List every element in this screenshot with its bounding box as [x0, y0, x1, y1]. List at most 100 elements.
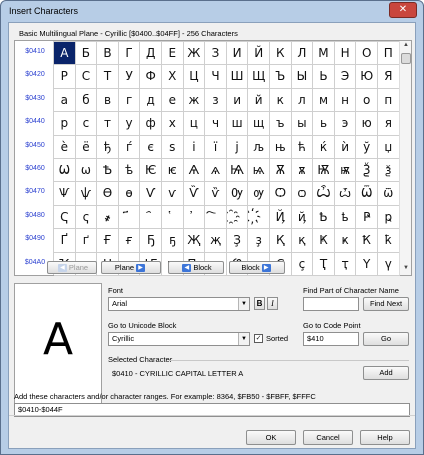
character-cell[interactable]: х — [162, 112, 184, 136]
chevron-down-icon[interactable]: ▼ — [238, 333, 249, 345]
character-cell[interactable]: ѫ — [291, 159, 314, 183]
character-cell[interactable]: Ж — [183, 42, 206, 66]
character-cell[interactable]: с — [75, 112, 98, 136]
character-cell[interactable]: ћ — [291, 135, 314, 159]
character-cell[interactable]: Б — [75, 42, 98, 66]
character-cell[interactable]: Ѯ — [356, 159, 378, 183]
character-cell[interactable]: Ѡ — [54, 159, 76, 183]
chevron-down-icon[interactable]: ▼ — [238, 298, 249, 310]
character-cell[interactable]: ѧ — [205, 159, 227, 183]
character-cell[interactable]: Ҍ — [313, 205, 335, 230]
prev-block-button[interactable]: ◀ Block — [168, 261, 224, 274]
character-cell[interactable]: і — [183, 135, 206, 159]
character-cell[interactable]: У — [118, 65, 141, 89]
character-cell[interactable]: ҋ — [291, 205, 314, 230]
character-cell[interactable]: ҈ — [226, 205, 249, 230]
character-cell[interactable]: И — [226, 42, 249, 66]
scroll-thumb[interactable] — [401, 53, 411, 64]
find-next-button[interactable]: Find Next — [363, 297, 409, 311]
character-cell[interactable]: ё — [75, 135, 98, 159]
character-cell[interactable]: Г — [118, 42, 141, 66]
ok-button[interactable]: OK — [246, 430, 296, 445]
character-cell[interactable]: қ — [291, 229, 314, 253]
character-cell[interactable]: ѥ — [162, 159, 184, 183]
close-button[interactable]: ✕ — [389, 2, 417, 18]
character-cell[interactable]: К — [270, 42, 292, 66]
character-cell[interactable]: Ц — [183, 65, 206, 89]
character-cell[interactable]: Ѹ — [226, 182, 249, 206]
character-cell[interactable]: Э — [334, 65, 357, 89]
character-cell[interactable]: Ѽ — [313, 182, 335, 206]
character-cell[interactable]: Ѥ — [140, 159, 162, 183]
character-cell[interactable]: ҫ — [291, 252, 314, 276]
character-cell[interactable]: ь — [313, 112, 335, 136]
character-cell[interactable]: е — [162, 88, 184, 113]
character-cell[interactable]: Ь — [313, 65, 335, 89]
character-cell[interactable]: Ґ — [54, 229, 76, 253]
character-cell[interactable]: ҏ — [378, 205, 400, 230]
go-button[interactable]: Go — [363, 332, 409, 346]
character-cell[interactable]: ҃ — [118, 205, 141, 230]
character-cell[interactable]: Щ — [248, 65, 270, 89]
character-cell[interactable]: ѿ — [378, 182, 400, 206]
character-cell[interactable]: о — [356, 88, 378, 113]
character-cell[interactable]: ҂ — [97, 205, 119, 230]
help-button[interactable]: Help — [360, 430, 410, 445]
character-cell[interactable]: Ҭ — [313, 252, 335, 276]
sorted-checkbox[interactable]: ✓ — [254, 334, 263, 343]
character-cell[interactable]: ъ — [270, 112, 292, 136]
character-cell[interactable]: ҟ — [378, 229, 400, 253]
character-cell[interactable]: ѭ — [334, 159, 357, 183]
character-cell[interactable]: н — [334, 88, 357, 113]
character-cell[interactable]: Ҏ — [356, 205, 378, 230]
character-cell[interactable]: њ — [270, 135, 292, 159]
character-cell[interactable]: ј — [226, 135, 249, 159]
character-cell[interactable]: ѝ — [334, 135, 357, 159]
character-cell[interactable]: ѱ — [75, 182, 98, 206]
character-cell[interactable]: Ы — [291, 65, 314, 89]
character-cell[interactable]: Ѧ — [183, 159, 206, 183]
find-name-input[interactable] — [303, 297, 359, 311]
character-cell[interactable]: ѓ — [118, 135, 141, 159]
character-cell[interactable]: Ш — [226, 65, 249, 89]
character-cell[interactable]: м — [313, 88, 335, 113]
title-bar[interactable]: Insert Characters ✕ — [1, 1, 423, 23]
character-cell[interactable]: ѯ — [378, 159, 400, 183]
character-cell[interactable]: Ѫ — [270, 159, 292, 183]
character-cell[interactable]: Ғ — [97, 229, 119, 253]
character-cell[interactable]: Й — [248, 42, 270, 66]
character-cell[interactable]: ѹ — [248, 182, 270, 206]
character-cell[interactable]: љ — [248, 135, 270, 159]
character-cell[interactable]: ї — [205, 135, 227, 159]
character-cell[interactable]: Ҟ — [356, 229, 378, 253]
character-cell[interactable]: ҄ — [140, 205, 162, 230]
character-cell[interactable]: ҝ — [334, 229, 357, 253]
character-cell[interactable]: ќ — [313, 135, 335, 159]
character-cell[interactable]: М — [313, 42, 335, 66]
character-cell[interactable]: ҆ — [183, 205, 206, 230]
character-cell[interactable]: Ѿ — [356, 182, 378, 206]
character-cell[interactable]: ѷ — [205, 182, 227, 206]
character-cell[interactable]: Д — [140, 42, 162, 66]
character-cell[interactable]: Ѳ — [97, 182, 119, 206]
scroll-up-icon[interactable]: ▲ — [401, 42, 411, 51]
add-button[interactable]: Add — [363, 366, 409, 380]
character-cell[interactable]: Ъ — [270, 65, 292, 89]
prev-plane-button[interactable]: ◀ Plane — [47, 261, 97, 274]
character-cell[interactable]: О — [356, 42, 378, 66]
character-cell[interactable]: Ѭ — [313, 159, 335, 183]
character-cell[interactable]: г — [118, 88, 141, 113]
character-cell[interactable]: П — [378, 42, 400, 66]
character-cell[interactable]: Ѵ — [140, 182, 162, 206]
character-cell[interactable]: р — [54, 112, 76, 136]
character-cell[interactable]: ѽ — [334, 182, 357, 206]
character-cell[interactable]: җ — [205, 229, 227, 253]
character-cell[interactable]: ѵ — [162, 182, 184, 206]
character-cell[interactable]: ҇ — [205, 205, 227, 230]
character-cell[interactable]: Ѣ — [97, 159, 119, 183]
character-cell[interactable]: д — [140, 88, 162, 113]
cancel-button[interactable]: Cancel — [303, 430, 353, 445]
character-cell[interactable]: ы — [291, 112, 314, 136]
character-cell[interactable]: В — [97, 42, 119, 66]
character-cell[interactable]: Җ — [183, 229, 206, 253]
